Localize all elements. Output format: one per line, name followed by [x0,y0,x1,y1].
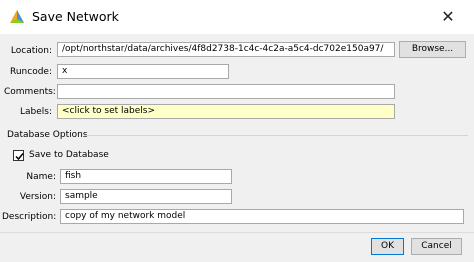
name-field[interactable]: fish [60,169,232,184]
runcode-label: Runcode: [10,67,52,77]
footer-divider [0,232,474,233]
checkmark-icon [15,153,24,161]
location-label: Location: [10,46,52,56]
labels-label: Labels: [19,107,52,117]
version-field[interactable]: sample [60,189,232,204]
database-options-title: Database Options [7,130,88,140]
browse-button[interactable]: Browse... [399,41,466,58]
location-field[interactable]: /opt/northstar/data/archives/4f8d2738-1c… [57,42,395,57]
title-bar: Save Network ✕ [0,0,474,34]
group-divider [84,135,468,136]
ok-button[interactable]: OK [371,238,404,255]
dialog-body: Location: /opt/northstar/data/archives/4… [0,34,474,262]
network-app-icon [9,9,25,25]
description-label: Description: [2,212,57,222]
name-label: Name: [26,172,56,182]
comments-label: Comments: [4,87,56,97]
version-label: Version: [19,192,56,202]
description-field[interactable]: copy of my network model [60,209,464,224]
cancel-button[interactable]: Cancel [411,238,462,255]
window-title: Save Network [32,9,119,24]
save-to-database-label: Save to Database [29,150,109,160]
labels-field[interactable]: <click to set labels> [57,104,395,119]
comments-field[interactable] [57,84,395,99]
close-icon[interactable]: ✕ [428,4,468,30]
runcode-field[interactable]: x [57,64,229,79]
save-to-database-checkbox[interactable] [13,150,24,161]
